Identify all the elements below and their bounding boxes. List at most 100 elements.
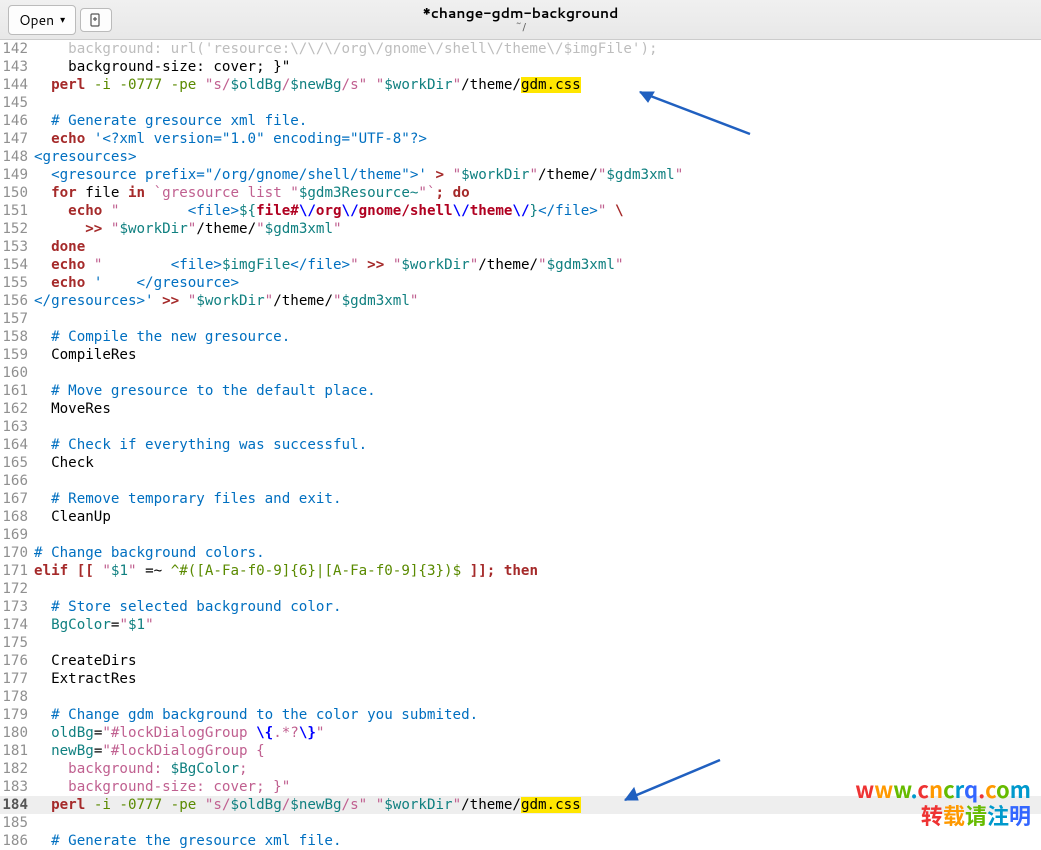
code-line[interactable]: 163 bbox=[0, 418, 1041, 436]
new-tab-button[interactable] bbox=[80, 8, 112, 32]
code-line[interactable]: 178 bbox=[0, 688, 1041, 706]
line-number: 157 bbox=[0, 310, 34, 328]
code-line[interactable]: 177 ExtractRes bbox=[0, 670, 1041, 688]
line-number: 168 bbox=[0, 508, 34, 526]
line-number: 156 bbox=[0, 292, 34, 310]
line-number: 170 bbox=[0, 544, 34, 562]
code-content: </gresources>' >> "$workDir"/theme/"$gdm… bbox=[34, 292, 1041, 310]
line-number: 179 bbox=[0, 706, 34, 724]
code-line[interactable]: 171elif [[ "$1" =~ ^#([A-Fa-f0-9]{6}|[A-… bbox=[0, 562, 1041, 580]
line-number: 142 bbox=[0, 40, 34, 58]
line-number: 145 bbox=[0, 94, 34, 112]
code-line[interactable]: 144 perl -i -0777 -pe "s/$oldBg/$newBg/s… bbox=[0, 76, 1041, 94]
code-content: # Change background colors. bbox=[34, 544, 1041, 562]
code-content: echo " <file>${file#\/org\/gnome/shell\/… bbox=[34, 202, 1041, 220]
code-line[interactable]: 167 # Remove temporary files and exit. bbox=[0, 490, 1041, 508]
code-content: background: url('resource:\/\/\/org\/gno… bbox=[34, 40, 1041, 58]
chevron-down-icon: ▾ bbox=[60, 13, 65, 27]
code-line[interactable]: 170# Change background colors. bbox=[0, 544, 1041, 562]
code-line[interactable]: 146 # Generate gresource xml file. bbox=[0, 112, 1041, 130]
code-line[interactable]: 164 # Check if everything was successful… bbox=[0, 436, 1041, 454]
code-line[interactable]: 175 bbox=[0, 634, 1041, 652]
line-number: 175 bbox=[0, 634, 34, 652]
code-line[interactable]: 172 bbox=[0, 580, 1041, 598]
code-line[interactable]: 162 MoveRes bbox=[0, 400, 1041, 418]
line-number: 167 bbox=[0, 490, 34, 508]
code-line[interactable]: 157 bbox=[0, 310, 1041, 328]
line-number: 169 bbox=[0, 526, 34, 544]
code-line[interactable]: 151 echo " <file>${file#\/org\/gnome/she… bbox=[0, 202, 1041, 220]
code-content: elif [[ "$1" =~ ^#([A-Fa-f0-9]{6}|[A-Fa-… bbox=[34, 562, 1041, 580]
code-line[interactable]: 154 echo " <file>$imgFile</file>" >> "$w… bbox=[0, 256, 1041, 274]
code-content bbox=[34, 418, 1041, 436]
code-line[interactable]: 166 bbox=[0, 472, 1041, 490]
code-line[interactable]: 174 BgColor="$1" bbox=[0, 616, 1041, 634]
code-line[interactable]: 148<gresources> bbox=[0, 148, 1041, 166]
code-line[interactable]: 143 background-size: cover; }" bbox=[0, 58, 1041, 76]
code-line[interactable]: 149 <gresource prefix="/org/gnome/shell/… bbox=[0, 166, 1041, 184]
code-content bbox=[34, 310, 1041, 328]
code-line[interactable]: 142 background: url('resource:\/\/\/org\… bbox=[0, 40, 1041, 58]
code-content: CompileRes bbox=[34, 346, 1041, 364]
line-number: 158 bbox=[0, 328, 34, 346]
code-line[interactable]: 145 bbox=[0, 94, 1041, 112]
line-number: 177 bbox=[0, 670, 34, 688]
line-number: 147 bbox=[0, 130, 34, 148]
code-content: echo " <file>$imgFile</file>" >> "$workD… bbox=[34, 256, 1041, 274]
code-content: done bbox=[34, 238, 1041, 256]
line-number: 166 bbox=[0, 472, 34, 490]
code-line[interactable]: 179 # Change gdm background to the color… bbox=[0, 706, 1041, 724]
line-number: 180 bbox=[0, 724, 34, 742]
code-line[interactable]: 153 done bbox=[0, 238, 1041, 256]
code-content: echo '<?xml version="1.0" encoding="UTF-… bbox=[34, 130, 1041, 148]
code-line[interactable]: 147 echo '<?xml version="1.0" encoding="… bbox=[0, 130, 1041, 148]
code-content: <gresources> bbox=[34, 148, 1041, 166]
code-line[interactable]: 160 bbox=[0, 364, 1041, 382]
code-line[interactable]: 169 bbox=[0, 526, 1041, 544]
title-area: *change-gdm-background ~/ bbox=[423, 6, 619, 33]
line-number: 155 bbox=[0, 274, 34, 292]
document-path: ~/ bbox=[423, 21, 619, 33]
code-line[interactable]: 159 CompileRes bbox=[0, 346, 1041, 364]
code-content bbox=[34, 580, 1041, 598]
header-bar: Open ▾ *change-gdm-background ~/ bbox=[0, 0, 1041, 40]
line-number: 185 bbox=[0, 814, 34, 832]
code-content: # Store selected background color. bbox=[34, 598, 1041, 616]
code-line[interactable]: 161 # Move gresource to the default plac… bbox=[0, 382, 1041, 400]
code-content: >> "$workDir"/theme/"$gdm3xml" bbox=[34, 220, 1041, 238]
code-line[interactable]: 165 Check bbox=[0, 454, 1041, 472]
line-number: 174 bbox=[0, 616, 34, 634]
code-line[interactable]: 186 # Generate the gresource xml file. bbox=[0, 832, 1041, 850]
code-line[interactable]: 168 CleanUp bbox=[0, 508, 1041, 526]
code-line[interactable]: 152 >> "$workDir"/theme/"$gdm3xml" bbox=[0, 220, 1041, 238]
code-content bbox=[34, 634, 1041, 652]
watermark-line2: 转载请注明 bbox=[855, 803, 1031, 828]
code-line[interactable]: 173 # Store selected background color. bbox=[0, 598, 1041, 616]
code-line[interactable]: 155 echo ' </gresource> bbox=[0, 274, 1041, 292]
line-number: 160 bbox=[0, 364, 34, 382]
open-button[interactable]: Open ▾ bbox=[8, 5, 76, 35]
code-content: # Generate gresource xml file. bbox=[34, 112, 1041, 130]
code-line[interactable]: 176 CreateDirs bbox=[0, 652, 1041, 670]
line-number: 183 bbox=[0, 778, 34, 796]
code-content: # Move gresource to the default place. bbox=[34, 382, 1041, 400]
new-document-icon bbox=[89, 13, 103, 27]
code-content: perl -i -0777 -pe "s/$oldBg/$newBg/s" "$… bbox=[34, 76, 1041, 94]
line-number: 164 bbox=[0, 436, 34, 454]
code-line[interactable]: 180 oldBg="#lockDialogGroup \{.*?\}" bbox=[0, 724, 1041, 742]
code-line[interactable]: 156</gresources>' >> "$workDir"/theme/"$… bbox=[0, 292, 1041, 310]
code-line[interactable]: 181 newBg="#lockDialogGroup { bbox=[0, 742, 1041, 760]
line-number: 159 bbox=[0, 346, 34, 364]
code-content bbox=[34, 688, 1041, 706]
code-content bbox=[34, 526, 1041, 544]
code-content: Check bbox=[34, 454, 1041, 472]
line-number: 153 bbox=[0, 238, 34, 256]
code-content: ExtractRes bbox=[34, 670, 1041, 688]
code-line[interactable]: 150 for file in `gresource list "$gdm3Re… bbox=[0, 184, 1041, 202]
code-editor[interactable]: 142 background: url('resource:\/\/\/org\… bbox=[0, 40, 1041, 850]
code-line[interactable]: 158 # Compile the new gresource. bbox=[0, 328, 1041, 346]
code-content bbox=[34, 364, 1041, 382]
code-content: oldBg="#lockDialogGroup \{.*?\}" bbox=[34, 724, 1041, 742]
line-number: 162 bbox=[0, 400, 34, 418]
code-content: # Compile the new gresource. bbox=[34, 328, 1041, 346]
